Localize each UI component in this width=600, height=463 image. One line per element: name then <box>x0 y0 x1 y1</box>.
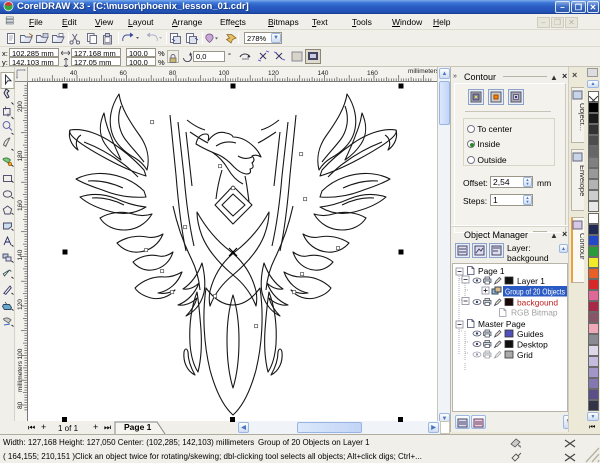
svg-text:Layer 1: Layer 1 <box>517 276 545 286</box>
svg-text:100: 100 <box>17 348 24 359</box>
svg-text:140: 140 <box>318 70 329 77</box>
svg-text:Group of 20 Objects: Group of 20 Objects <box>505 287 565 297</box>
svg-text:Guides: Guides <box>517 329 544 339</box>
svg-text:Grid: Grid <box>517 350 533 360</box>
svg-text:100: 100 <box>219 70 230 77</box>
svg-text:160: 160 <box>17 200 24 211</box>
svg-text:Page 1: Page 1 <box>478 266 505 276</box>
svg-text:140: 140 <box>17 249 24 260</box>
svg-text:80: 80 <box>169 70 177 77</box>
svg-text:Desktop: Desktop <box>517 340 548 350</box>
svg-text:120: 120 <box>17 299 24 310</box>
svg-text:backgound: backgound <box>517 298 558 308</box>
svg-text:180: 180 <box>17 150 24 161</box>
svg-text:40: 40 <box>70 70 78 77</box>
svg-text:RGB Bitmap: RGB Bitmap <box>511 308 558 318</box>
svg-text:160: 160 <box>367 70 378 77</box>
svg-text:80: 80 <box>17 401 24 409</box>
svg-text:60: 60 <box>120 70 128 77</box>
svg-text:Master Page: Master Page <box>478 319 526 329</box>
svg-text:millimeters: millimeters <box>17 360 24 392</box>
svg-text:millimeters: millimeters <box>408 68 437 75</box>
svg-text:120: 120 <box>268 70 279 77</box>
svg-text:200: 200 <box>17 101 24 112</box>
